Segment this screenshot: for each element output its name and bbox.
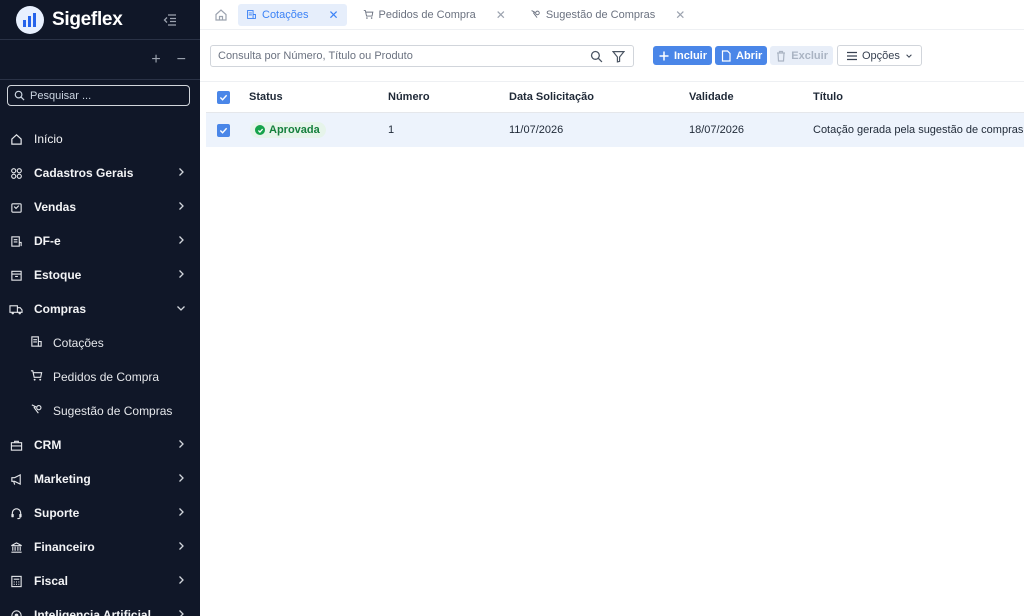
- options-button[interactable]: Opções: [836, 45, 922, 66]
- sidebar-item-financeiro[interactable]: Financeiro: [0, 530, 200, 564]
- chevron-right-icon: [179, 168, 184, 176]
- tab-sugestao-de-compras[interactable]: Sugestão de Compras ✕: [522, 4, 694, 26]
- close-tab-icon[interactable]: ✕: [496, 8, 506, 22]
- ai-icon: [9, 608, 23, 616]
- chevron-down-icon: [177, 306, 185, 311]
- toolbar: Incluir Abrir Excluir Opções: [200, 30, 1024, 82]
- select-all-checkbox[interactable]: [217, 90, 230, 104]
- collapse-sidebar-icon[interactable]: [162, 12, 178, 28]
- close-tab-icon[interactable]: ✕: [328, 8, 338, 22]
- expand-all-button[interactable]: +: [151, 51, 160, 68]
- main-content: Cotações ✕ Pedidos de Compra ✕ Sugestão …: [200, 0, 1024, 616]
- status-badge: Aprovada: [250, 122, 326, 138]
- home-icon: [9, 132, 23, 146]
- titulo-cell: Cotação gerada pela sugestão de compras: [813, 124, 1024, 136]
- sidebar-item-marketing[interactable]: Marketing: [0, 462, 200, 496]
- trash-icon: [777, 50, 786, 62]
- megaphone-icon: [9, 472, 23, 486]
- chevron-down-icon: [906, 53, 912, 58]
- row-checkbox[interactable]: [217, 123, 230, 137]
- table-header: Status Número Data Solicitação Validade …: [206, 82, 1024, 113]
- numero-cell: 1: [388, 124, 395, 136]
- file-icon: [721, 49, 731, 62]
- headset-icon: [9, 506, 23, 520]
- brand-header: Sigeflex: [0, 0, 200, 40]
- tab-cotacoes[interactable]: Cotações ✕: [238, 3, 347, 26]
- chevron-right-icon: [179, 576, 184, 584]
- search-icon: [14, 90, 25, 101]
- plus-icon: [659, 51, 669, 60]
- sidebar: Sigeflex + − Início Cadastros Gerais Ven…: [0, 0, 200, 616]
- close-tab-icon[interactable]: ✕: [675, 8, 685, 22]
- chevron-right-icon: [179, 236, 184, 244]
- sidebar-nav: Início Cadastros Gerais Vendas DF-e Esto…: [0, 122, 200, 616]
- column-header-numero[interactable]: Número: [388, 91, 430, 103]
- sidebar-item-estoque[interactable]: Estoque: [0, 258, 200, 292]
- sidebar-item-crm[interactable]: CRM: [0, 428, 200, 462]
- column-header-validade[interactable]: Validade: [689, 91, 734, 103]
- quote-doc-icon: [30, 335, 43, 351]
- column-header-data-solicitacao[interactable]: Data Solicitação: [509, 91, 594, 103]
- include-button[interactable]: Incluir: [653, 46, 713, 65]
- sidebar-item-inteligencia-artificial[interactable]: Inteligencia Artificial: [0, 598, 200, 616]
- cart-icon: [30, 369, 43, 385]
- column-header-status[interactable]: Status: [249, 91, 283, 103]
- filter-icon[interactable]: [612, 50, 625, 63]
- validade-cell: 18/07/2026: [689, 124, 745, 136]
- table-row[interactable]: Aprovada 1 11/07/2026 18/07/2026 Cotação…: [206, 113, 1024, 147]
- quote-doc-icon: [247, 10, 256, 19]
- bank-icon: [9, 540, 23, 554]
- suggestion-icon: [531, 10, 540, 18]
- sidebar-item-fiscal[interactable]: Fiscal: [0, 564, 200, 598]
- sidebar-item-vendas[interactable]: Vendas: [0, 190, 200, 224]
- chevron-right-icon: [179, 202, 184, 210]
- collapse-all-button[interactable]: −: [177, 51, 186, 68]
- sidebar-item-suporte[interactable]: Suporte: [0, 496, 200, 530]
- delete-button[interactable]: Excluir: [770, 46, 833, 65]
- sidebar-item-cotacoes[interactable]: Cotações: [0, 326, 200, 360]
- quotations-table: Status Número Data Solicitação Validade …: [206, 82, 1024, 147]
- sidebar-tools: + −: [0, 40, 200, 80]
- sidebar-item-dfe[interactable]: DF-e: [0, 224, 200, 258]
- open-button[interactable]: Abrir: [715, 46, 768, 65]
- cart-icon: [363, 10, 373, 19]
- sidebar-search-input[interactable]: [30, 89, 180, 102]
- menu-icon: [846, 51, 857, 60]
- chevron-right-icon: [179, 508, 184, 516]
- check-circle-icon: [255, 125, 265, 135]
- shopping-bag-icon: [9, 200, 23, 214]
- brand-logo-icon: [16, 5, 44, 34]
- briefcase-icon: [9, 438, 23, 452]
- sidebar-item-cadastros-gerais[interactable]: Cadastros Gerais: [0, 156, 200, 190]
- search-icon[interactable]: [590, 50, 603, 63]
- chevron-right-icon: [179, 270, 184, 278]
- sidebar-item-sugestao-de-compras[interactable]: Sugestão de Compras: [0, 394, 200, 428]
- status-cell: Aprovada: [250, 122, 326, 138]
- sidebar-item-inicio[interactable]: Início: [0, 122, 200, 156]
- column-header-titulo[interactable]: Título: [813, 91, 843, 103]
- document-icon: [9, 234, 23, 248]
- chevron-right-icon: [179, 440, 184, 448]
- query-input[interactable]: [218, 49, 578, 62]
- chevron-right-icon: [179, 610, 184, 616]
- chevron-right-icon: [179, 474, 184, 482]
- calculator-icon: [9, 574, 23, 588]
- query-box[interactable]: [210, 44, 634, 67]
- tab-bar: Cotações ✕ Pedidos de Compra ✕ Sugestão …: [200, 0, 1024, 30]
- suggestion-icon: [30, 403, 43, 419]
- truck-icon: [9, 302, 23, 316]
- tab-pedidos-de-compra[interactable]: Pedidos de Compra ✕: [355, 4, 514, 26]
- home-tab-icon[interactable]: [214, 8, 228, 22]
- chevron-right-icon: [179, 542, 184, 550]
- sidebar-search[interactable]: [7, 85, 190, 106]
- archive-icon: [9, 268, 23, 282]
- sidebar-item-compras[interactable]: Compras: [0, 292, 200, 326]
- sidebar-item-pedidos-de-compra[interactable]: Pedidos de Compra: [0, 360, 200, 394]
- brand-name: Sigeflex: [52, 8, 123, 30]
- grid-icon: [9, 166, 23, 180]
- data-solicitacao-cell: 11/07/2026: [509, 124, 564, 136]
